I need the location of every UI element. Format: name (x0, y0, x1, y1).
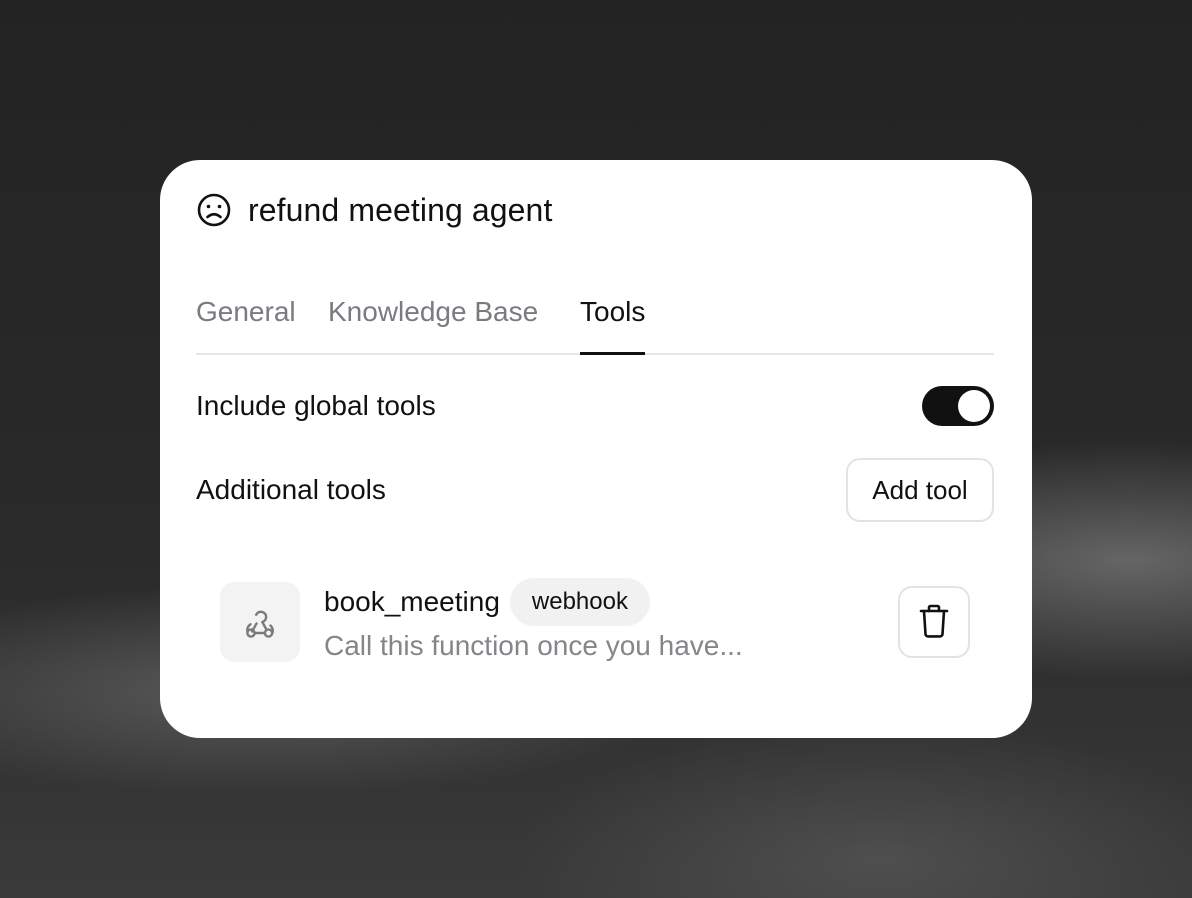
additional-tools-label: Additional tools (196, 474, 386, 505)
trash-icon (918, 603, 950, 642)
tab-bar: General Knowledge Base Tools (196, 292, 994, 355)
global-tools-toggle[interactable] (922, 386, 994, 426)
tab-knowledge-base[interactable]: Knowledge Base (328, 292, 538, 353)
face-frown-icon (196, 192, 232, 228)
tool-name: book_meeting (324, 586, 500, 617)
card-header: refund meeting agent (196, 192, 552, 228)
delete-tool-button[interactable] (898, 586, 970, 658)
tool-type-badge: webhook (509, 578, 650, 626)
webhook-icon (220, 582, 300, 662)
agent-title: refund meeting agent (248, 191, 553, 228)
global-tools-label: Include global tools (196, 390, 436, 421)
toggle-knob (958, 390, 990, 422)
tab-general[interactable]: General (196, 292, 296, 353)
agent-settings-card: refund meeting agent General Knowledge B… (160, 160, 1032, 738)
tab-tools[interactable]: Tools (580, 292, 646, 355)
tool-list-item[interactable]: book_meeting webhook Call this function … (220, 578, 970, 662)
add-tool-button[interactable]: Add tool (846, 458, 994, 522)
global-tools-row: Include global tools (196, 386, 994, 426)
tool-title-line: book_meeting webhook (324, 578, 650, 626)
tool-description: Call this function once you have... (324, 630, 743, 661)
additional-tools-row: Additional tools Add tool (196, 458, 994, 522)
